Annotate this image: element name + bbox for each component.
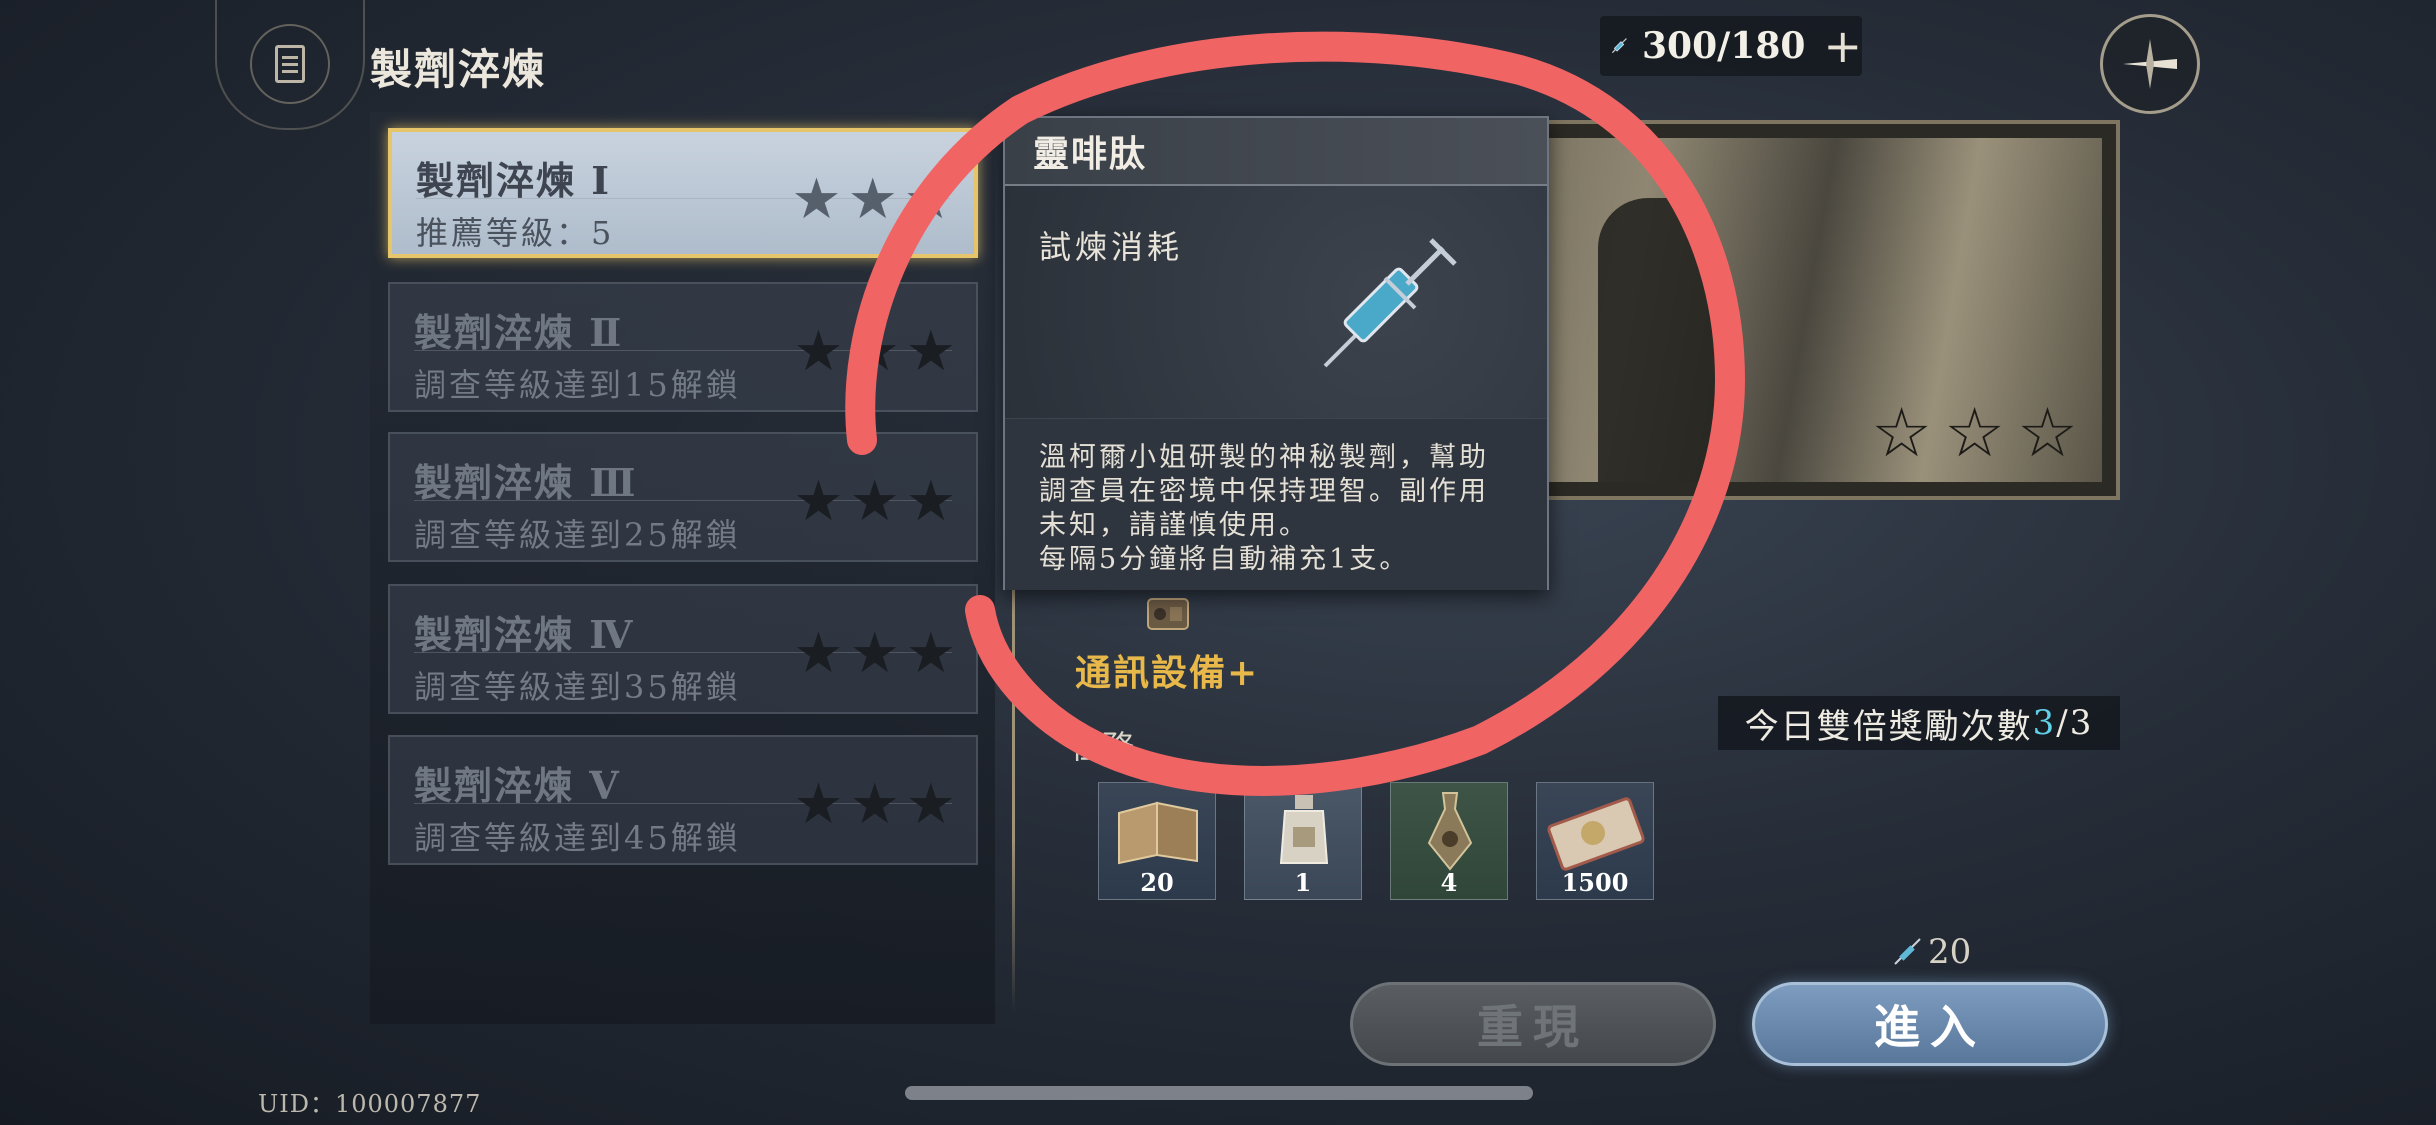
double-reward-text: 今日雙倍獎勵次數	[1744, 706, 2033, 747]
star-icon: ★	[793, 319, 844, 384]
description-line: 未知，請謹慎使用。	[1039, 510, 1309, 541]
double-reward-current: 3	[2032, 703, 2057, 743]
star-rating: ★ ★ ★	[793, 324, 956, 380]
star-icon: ★	[793, 469, 844, 534]
level-requirement: 調查等級達到25解鎖	[414, 516, 741, 554]
syringe-icon	[1323, 238, 1457, 368]
item-tooltip: 靈啡肽 試煉消耗 溫柯爾小姐研製的神秘製劑，幫助 調查員在密境中保持理智。副作用…	[1003, 116, 1549, 590]
tooltip-body: 試煉消耗	[1005, 186, 1547, 418]
level-requirement: 調查等級達到15解鎖	[414, 366, 741, 404]
level-card-1[interactable]: 製劑淬煉 Ⅰ 推薦等級：5 ★ ★ ★	[388, 128, 978, 258]
task-label: 任務	[1070, 728, 1135, 766]
book-icon	[1118, 801, 1198, 865]
level-card-2[interactable]: 製劑淬煉 Ⅱ 調查等級達到15解鎖 ★ ★ ★	[388, 282, 978, 412]
device-icon	[1147, 598, 1189, 630]
reward-item-vial[interactable]: 4	[1390, 782, 1508, 900]
level-name: 製劑淬煉 Ⅳ	[414, 612, 635, 657]
reward-item-book[interactable]: 20	[1098, 782, 1216, 900]
level-name: 製劑淬煉 Ⅰ	[416, 158, 612, 203]
potion-bottle-icon	[1279, 795, 1329, 864]
star-icon: ★	[905, 319, 956, 384]
tooltip-subtitle: 試煉消耗	[1039, 228, 1184, 266]
level-name: 製劑淬煉 Ⅴ	[414, 763, 621, 808]
cost-value: 20	[1928, 932, 1972, 972]
level-card-4[interactable]: 製劑淬煉 Ⅳ 調查等級達到35解鎖 ★ ★ ★	[388, 584, 978, 714]
tooltip-title: 靈啡肽	[1005, 118, 1547, 186]
tooltip-description: 溫柯爾小姐研製的神秘製劑，幫助 調查員在密境中保持理智。副作用 未知，請謹慎使用…	[1005, 418, 1547, 590]
level-name: 製劑淬煉 Ⅲ	[414, 460, 638, 505]
comm-device-label[interactable]: 通訊設備+	[1075, 644, 1259, 696]
document-icon	[275, 45, 305, 83]
page-title: 製劑淬煉	[370, 45, 547, 94]
star-icon: ★	[847, 167, 898, 232]
reward-count: 20	[1140, 868, 1174, 897]
level-requirement: 調查等級達到45解鎖	[414, 819, 741, 857]
star-icon: ★	[791, 167, 842, 232]
star-icon: ★	[903, 167, 954, 232]
star-icon: ★	[849, 621, 900, 686]
enter-button[interactable]: 進入	[1752, 982, 2108, 1066]
stamina-bar: 300/180 +	[1600, 16, 1862, 76]
double-reward-counter: 今日雙倍獎勵次數 3 /3	[1718, 696, 2120, 750]
level-requirement: 調查等級達到35解鎖	[414, 668, 741, 706]
star-icon: ★	[849, 469, 900, 534]
add-stamina-button[interactable]: +	[1823, 23, 1862, 69]
star-icon: ★	[849, 319, 900, 384]
level-card-5[interactable]: 製劑淬煉 Ⅴ 調查等級達到45解鎖 ★ ★ ★	[388, 735, 978, 865]
syringe-icon	[1611, 38, 1627, 54]
user-id: UID：100007877	[258, 1090, 482, 1118]
star-icon: ★	[849, 772, 900, 837]
menu-emblem[interactable]	[215, 0, 365, 130]
star-icon: ☆	[1871, 394, 1933, 473]
reward-count: 1500	[1561, 868, 1629, 897]
vial-icon	[1427, 792, 1473, 871]
ticket-icon	[1547, 797, 1645, 871]
star-rating: ★ ★ ★	[793, 777, 956, 833]
entry-cost: 20	[1892, 932, 1971, 972]
level-name: 製劑淬煉 Ⅱ	[414, 310, 624, 355]
level-requirement: 推薦等級：5	[416, 214, 615, 252]
stage-star-rating: ☆ ☆ ☆	[1871, 400, 2078, 468]
syringe-icon	[1894, 938, 1921, 965]
star-rating: ★ ★ ★	[791, 172, 954, 228]
star-icon: ★	[905, 621, 956, 686]
replay-button[interactable]: 重現	[1350, 982, 1716, 1066]
star-icon: ☆	[1944, 394, 2006, 473]
compass-icon	[2123, 39, 2177, 89]
emblem-ring	[250, 24, 330, 104]
star-rating: ★ ★ ★	[793, 626, 956, 682]
stamina-value: 300/180	[1642, 25, 1806, 67]
reward-count: 4	[1440, 868, 1458, 897]
home-indicator[interactable]	[905, 1086, 1533, 1100]
level-card-3[interactable]: 製劑淬煉 Ⅲ 調查等級達到25解鎖 ★ ★ ★	[388, 432, 978, 562]
star-icon: ★	[793, 621, 844, 686]
reward-item-potion[interactable]: 1	[1244, 782, 1362, 900]
character-silhouette	[1598, 198, 1718, 482]
star-icon: ★	[793, 772, 844, 837]
reward-item-ticket[interactable]: 1500	[1536, 782, 1654, 900]
star-icon: ★	[905, 469, 956, 534]
description-line: 調查員在密境中保持理智。副作用	[1039, 476, 1489, 507]
compass-button[interactable]	[2100, 14, 2200, 114]
star-icon: ☆	[2017, 394, 2078, 473]
description-line: 每隔5分鐘將自動補充1支。	[1039, 544, 1410, 575]
star-icon: ★	[905, 772, 956, 837]
star-rating: ★ ★ ★	[793, 474, 956, 530]
description-line: 溫柯爾小姐研製的神秘製劑，幫助	[1039, 442, 1489, 473]
double-reward-total: /3	[2056, 703, 2094, 743]
reward-count: 1	[1294, 868, 1312, 897]
